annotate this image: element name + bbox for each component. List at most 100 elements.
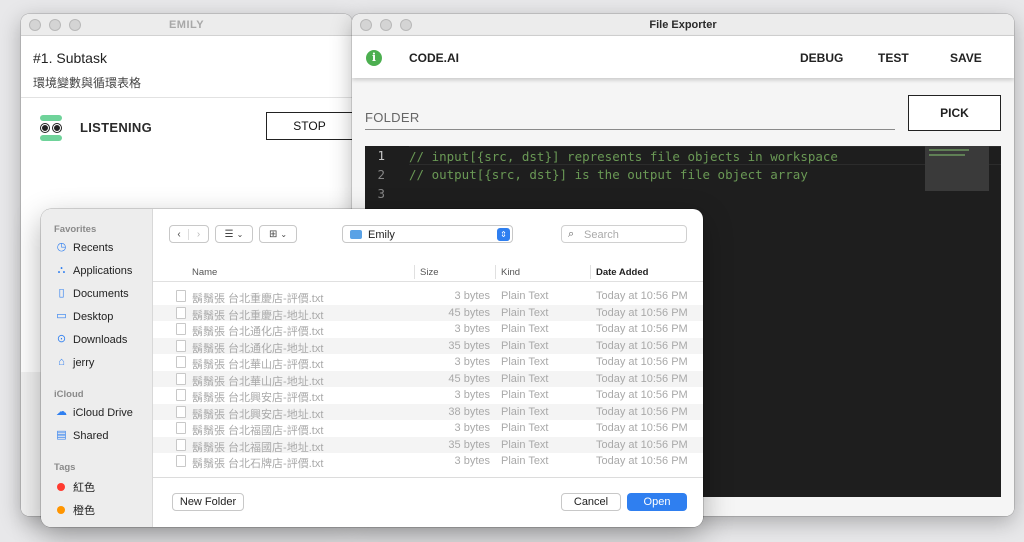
column-kind[interactable]: Kind bbox=[501, 267, 520, 278]
orange-tag-icon bbox=[57, 506, 65, 514]
text-file-icon bbox=[176, 290, 186, 302]
text-file-icon bbox=[176, 323, 186, 335]
file-row[interactable]: 鬍鬚張 台北華山店-評價.txt 3 bytes Plain Text Today a… bbox=[153, 354, 703, 371]
file-kind: Plain Text bbox=[501, 290, 549, 302]
file-row[interactable]: 鬍鬚張 台北通化店-評價.txt 3 bytes Plain Text Today a… bbox=[153, 321, 703, 338]
applications-icon: ⛬ bbox=[57, 264, 66, 276]
group-button[interactable]: ⊞ ⌄ bbox=[259, 225, 297, 243]
folder-input[interactable]: FOLDER bbox=[365, 102, 895, 130]
sidebar-item-recents[interactable]: ◷ Recents bbox=[55, 241, 114, 254]
sidebar-item-label: Applications bbox=[73, 264, 133, 277]
text-file-icon bbox=[176, 372, 186, 385]
sidebar-item-jerry[interactable]: ⌂ jerry bbox=[55, 356, 94, 369]
file-date-added: Today at 10:56 PM bbox=[596, 339, 688, 352]
file-kind: Plain Text bbox=[501, 372, 549, 385]
file-date-added: Today at 10:56 PM bbox=[596, 306, 688, 319]
text-file-icon bbox=[176, 455, 186, 467]
emily-titlebar: EMILY bbox=[21, 14, 352, 36]
column-name[interactable]: Name bbox=[192, 267, 217, 278]
dialog-footer: New Folder Cancel Open bbox=[153, 477, 703, 527]
file-row[interactable]: 鬍鬚張 台北興安店-地址.txt 38 bytes Plain Text Today … bbox=[153, 403, 703, 421]
file-kind: Plain Text bbox=[501, 405, 549, 418]
line-number-gutter: 1 2 3 bbox=[365, 146, 401, 203]
sidebar-item-shared[interactable]: ▤ Shared bbox=[55, 429, 108, 442]
column-date-added[interactable]: Date Added bbox=[596, 267, 648, 278]
sidebar-item-label: iCloud Drive bbox=[73, 406, 133, 419]
new-folder-button[interactable]: New Folder bbox=[172, 493, 244, 511]
list-view-icon: ☰ bbox=[224, 228, 234, 240]
file-kind: Plain Text bbox=[501, 422, 549, 434]
icloud-header: iCloud bbox=[54, 389, 84, 400]
editor-minimap[interactable] bbox=[925, 146, 989, 191]
exporter-titlebar: File Exporter bbox=[352, 14, 1014, 36]
view-mode-button[interactable]: ☰ ⌄ bbox=[215, 225, 253, 243]
text-file-icon bbox=[176, 306, 186, 319]
file-row[interactable]: 鬍鬚張 台北興安店-評價.txt 3 bytes Plain Text Today a… bbox=[153, 387, 703, 404]
file-date-added: Today at 10:56 PM bbox=[596, 389, 688, 401]
sidebar-item-applications[interactable]: ⛬ Applications bbox=[55, 264, 133, 277]
text-file-icon bbox=[176, 422, 186, 434]
sidebar-item-label: Recents bbox=[73, 241, 114, 254]
dialog-sidebar: Favorites ◷ Recents ⛬ Applications ▯ Doc… bbox=[41, 209, 153, 527]
sidebar-item-label: Documents bbox=[73, 287, 129, 300]
dialog-main: ‹ › ☰ ⌄ ⊞ ⌄ Emily ⇕ ⌕ Search Name Size Kin… bbox=[153, 209, 703, 527]
code-lines: // input[{src, dst}] represents file obj… bbox=[409, 146, 1001, 203]
file-row[interactable]: 鬍鬚張 台北重慶店-評價.txt 3 bytes Plain Text Today a… bbox=[153, 288, 703, 305]
file-size: 3 bytes bbox=[454, 290, 490, 302]
sidebar-item-downloads[interactable]: ⊙ Downloads bbox=[55, 333, 128, 346]
search-icon: ⌕ bbox=[568, 228, 575, 240]
save-button[interactable]: SAVE bbox=[950, 51, 982, 65]
cloud-icon: ☁ bbox=[56, 406, 67, 418]
forward-icon[interactable]: › bbox=[189, 229, 208, 240]
sidebar-item-label: Desktop bbox=[73, 310, 114, 323]
column-headers: Name Size Kind Date Added bbox=[153, 262, 703, 282]
sidebar-item-desktop[interactable]: ▭ Desktop bbox=[55, 310, 113, 323]
text-file-icon bbox=[176, 438, 186, 451]
status-label: LISTENING bbox=[80, 120, 153, 135]
file-size: 3 bytes bbox=[454, 389, 490, 401]
open-button[interactable]: Open bbox=[627, 493, 687, 511]
file-list: 鬍鬚張 台北重慶店-評價.txt 3 bytes Plain Text Today a… bbox=[153, 288, 703, 478]
column-size[interactable]: Size bbox=[420, 267, 438, 278]
file-date-added: Today at 10:56 PM bbox=[596, 438, 688, 451]
robot-icon bbox=[40, 115, 62, 141]
file-row[interactable]: 鬍鬚張 台北福國店-評價.txt 3 bytes Plain Text Today a… bbox=[153, 420, 703, 437]
text-file-icon bbox=[176, 389, 186, 401]
info-icon[interactable]: i bbox=[366, 50, 382, 66]
file-row[interactable]: 鬍鬚張 台北華山店-地址.txt 45 bytes Plain Text Today … bbox=[153, 370, 703, 388]
file-kind: Plain Text bbox=[501, 339, 549, 352]
cancel-button[interactable]: Cancel bbox=[561, 493, 621, 511]
grid-icon: ⊞ bbox=[268, 228, 278, 240]
file-date-added: Today at 10:56 PM bbox=[596, 405, 688, 418]
back-forward-buttons: ‹ › bbox=[169, 225, 209, 243]
window-title: EMILY bbox=[168, 19, 205, 31]
debug-button[interactable]: DEBUG bbox=[800, 51, 843, 65]
location-popup[interactable]: Emily ⇕ bbox=[342, 225, 513, 243]
file-size: 35 bytes bbox=[448, 339, 490, 352]
sidebar-item-documents[interactable]: ▯ Documents bbox=[55, 287, 129, 300]
test-button[interactable]: TEST bbox=[878, 51, 909, 65]
file-row[interactable]: 鬍鬚張 台北重慶店-地址.txt 45 bytes Plain Text Today … bbox=[153, 304, 703, 322]
sidebar-tag-red[interactable]: 紅色 bbox=[55, 479, 95, 495]
file-name: 鬍鬚張 台北石牌店-評價.txt bbox=[192, 458, 324, 470]
task-title: #1. Subtask bbox=[33, 50, 107, 66]
line-number: 1 bbox=[377, 148, 385, 163]
file-kind: Plain Text bbox=[501, 455, 549, 467]
favorites-header: Favorites bbox=[54, 224, 97, 235]
file-row[interactable]: 鬍鬚張 台北石牌店-評價.txt 3 bytes Plain Text Today a… bbox=[153, 453, 703, 470]
file-size: 3 bytes bbox=[454, 356, 490, 368]
search-input[interactable]: ⌕ Search bbox=[561, 225, 687, 243]
file-row[interactable]: 鬍鬚張 台北福國店-地址.txt 35 bytes Plain Text Today … bbox=[153, 436, 703, 454]
sidebar-tag-orange[interactable]: 橙色 bbox=[55, 502, 95, 518]
sidebar-item-icloud-drive[interactable]: ☁ iCloud Drive bbox=[55, 406, 133, 419]
up-down-icon: ⇕ bbox=[497, 228, 510, 241]
back-icon[interactable]: ‹ bbox=[170, 228, 190, 240]
file-row[interactable]: 鬍鬚張 台北通化店-地址.txt 35 bytes Plain Text Today … bbox=[153, 337, 703, 355]
pick-button[interactable]: PICK bbox=[908, 95, 1001, 131]
sidebar-item-label: Shared bbox=[73, 429, 109, 442]
file-size: 38 bytes bbox=[448, 405, 490, 418]
file-size: 3 bytes bbox=[454, 422, 490, 434]
stop-button[interactable]: STOP bbox=[266, 112, 352, 140]
file-size: 45 bytes bbox=[448, 306, 490, 319]
home-icon: ⌂ bbox=[58, 356, 65, 368]
